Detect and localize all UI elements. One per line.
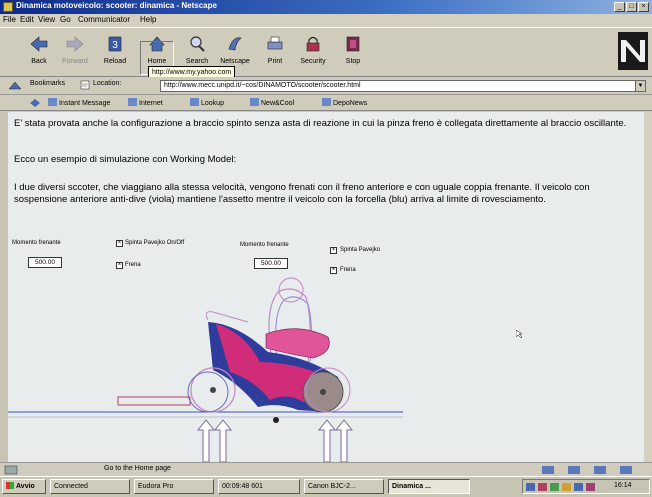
bookmark-tab-icon[interactable]	[8, 80, 22, 91]
netscape-icon	[228, 37, 242, 51]
page-content: E' stata provata anche la configurazione…	[8, 112, 644, 462]
netscape-throbber-icon	[618, 32, 648, 70]
front-wheel-fork	[187, 371, 229, 413]
forward-arrow-icon	[66, 36, 84, 52]
bookmark-folder-icon	[250, 98, 259, 106]
connection-status-icon	[4, 465, 18, 475]
security-button[interactable]: Security	[296, 34, 330, 74]
status-text: Go to the Home page	[104, 465, 171, 472]
left-braking-moment-label: Momento frenante	[12, 240, 61, 246]
personal-item-lookup[interactable]: Lookup	[190, 98, 224, 107]
bookmarks-button[interactable]: Bookmarks	[30, 80, 65, 87]
close-button[interactable]: ×	[638, 2, 649, 12]
location-label: Location:	[93, 80, 122, 87]
ground-contact-point	[273, 417, 279, 423]
bookmark-folder-icon	[128, 98, 137, 106]
paragraph-description: I due diversi sccoter, che viaggiano all…	[14, 182, 590, 205]
maximize-button[interactable]: □	[626, 2, 637, 12]
right-braking-moment-label: Momento frenante	[240, 242, 289, 248]
title-bar: Dinamica motoveicolo: scooter: dinamica …	[0, 0, 652, 14]
menu-edit[interactable]: Edit	[20, 15, 34, 24]
vertical-scrollbar[interactable]	[644, 112, 652, 462]
personal-item-internet[interactable]: Internet	[128, 98, 163, 107]
personal-item-new-cool[interactable]: New&Cool	[250, 98, 294, 107]
tray-icons[interactable]	[526, 482, 606, 492]
task-dinamica[interactable]: Dinamica ...	[388, 479, 470, 494]
bookmark-folder-icon	[322, 98, 331, 106]
security-icon	[306, 36, 320, 52]
right-pavejko-checkbox[interactable]: ×	[330, 247, 337, 254]
left-pavejko-label: Spinta Pavejko On/Off	[125, 240, 185, 246]
rear-hub	[320, 389, 326, 395]
rail-block	[117, 396, 191, 406]
reload-icon: 3	[108, 36, 122, 52]
mouse-pointer-icon	[516, 330, 523, 338]
menu-view[interactable]: View	[38, 15, 55, 24]
menu-communicator[interactable]: Communicator	[78, 15, 130, 24]
status-bar	[0, 462, 652, 476]
windows-flag-icon	[6, 482, 14, 489]
netscape-window-icon[interactable]	[3, 2, 13, 12]
print-button[interactable]: Print	[258, 34, 292, 74]
task-eudora[interactable]: Eudora Pro	[134, 479, 214, 494]
component-bar-icons[interactable]	[540, 465, 640, 475]
front-hub	[210, 387, 216, 393]
netscape-logo[interactable]	[618, 32, 648, 70]
url-dropdown-button[interactable]: ▼	[635, 80, 646, 92]
bookmark-folder-icon	[190, 98, 199, 106]
personal-item-instant-message[interactable]: Instant Message	[48, 98, 110, 107]
task-connected[interactable]: Connected	[50, 479, 130, 494]
navigation-toolbar: Back Forward 3 Reload Home Search Netsca…	[0, 27, 652, 77]
menu-go[interactable]: Go	[60, 15, 71, 24]
stop-icon	[346, 36, 360, 52]
print-icon	[267, 36, 283, 50]
menu-help[interactable]: Help	[140, 15, 156, 24]
rider-arm	[205, 311, 249, 323]
minimize-button[interactable]: _	[614, 2, 625, 12]
menu-file[interactable]: File	[3, 15, 16, 24]
scooter-simulation[interactable]	[8, 262, 428, 462]
paragraph-configuration: E' stata provata anche la configurazione…	[14, 118, 627, 129]
stop-button[interactable]: Stop	[336, 34, 370, 74]
start-button[interactable]: Avvio	[2, 479, 46, 494]
force-arrows	[196, 419, 354, 462]
task-timer[interactable]: 00:09:48 601	[218, 479, 300, 494]
right-pavejko-label: Spinta Pavejko	[340, 247, 381, 253]
reload-button[interactable]: 3 Reload	[98, 34, 132, 74]
location-page-icon[interactable]	[80, 80, 90, 90]
forward-button[interactable]: Forward	[58, 34, 92, 74]
taskbar-clock: 16:14	[614, 482, 632, 489]
bookmark-folder-icon	[48, 98, 57, 106]
back-arrow-icon	[30, 36, 48, 52]
svg-text:3: 3	[112, 40, 118, 51]
toolbar-grip-icon[interactable]	[30, 99, 40, 107]
search-icon	[190, 36, 205, 52]
left-pavejko-checkbox[interactable]: ×	[116, 240, 123, 247]
back-button[interactable]: Back	[22, 34, 56, 74]
window-title: Dinamica motoveicolo: scooter: dinamica …	[16, 1, 217, 10]
task-canon[interactable]: Canon BJC-2...	[304, 479, 384, 494]
personal-item-deponews[interactable]: DepoNews	[322, 98, 367, 107]
menu-bar: File Edit View Go Communicator Help	[0, 14, 652, 27]
url-input[interactable]: http://www.mecc.unipd.it/~cos/DINAMOTO/s…	[160, 80, 636, 92]
paragraph-example: Ecco un esempio di simulazione con Worki…	[14, 154, 237, 165]
